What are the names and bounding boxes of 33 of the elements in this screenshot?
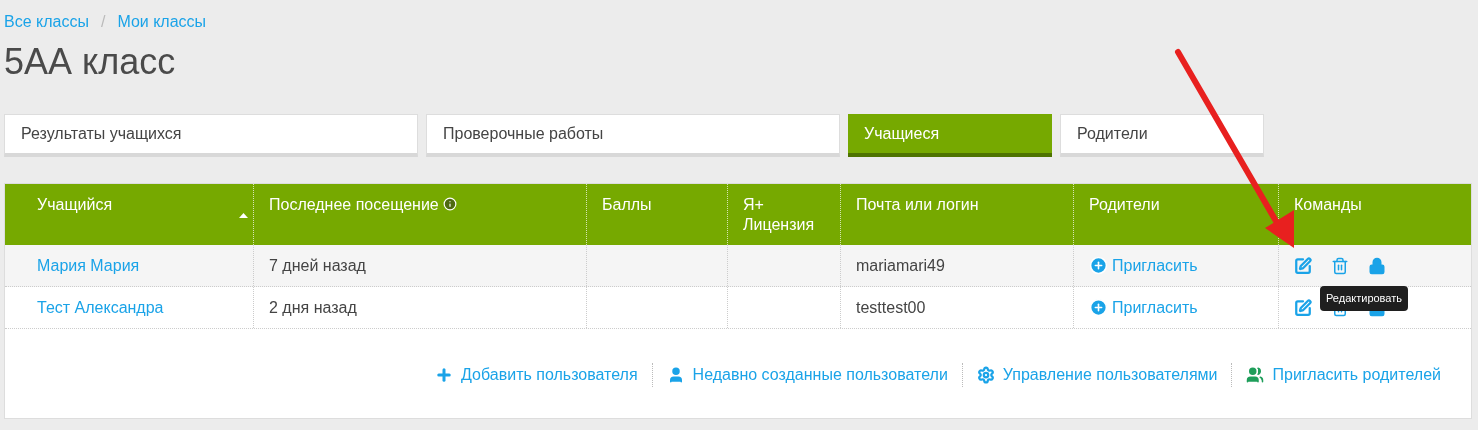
tooltip: Редактировать: [1320, 286, 1408, 311]
action-link[interactable]: Пригласить родителей: [1246, 363, 1441, 387]
invite-link[interactable]: Пригласить: [1089, 253, 1198, 278]
sort-ascending-icon: [239, 213, 248, 218]
invite-link[interactable]: Пригласить: [1089, 295, 1198, 320]
student-name-link[interactable]: Тест Александра: [37, 295, 164, 320]
edit-icon[interactable]: [1294, 298, 1312, 317]
settings-icon: [976, 366, 995, 384]
plus-circle-icon: [1089, 256, 1108, 275]
student-name-link[interactable]: Мария Мария: [37, 253, 140, 278]
action-link[interactable]: Управление пользователями: [976, 363, 1218, 387]
info-icon: [442, 197, 457, 211]
table-cell-text: testtest00: [856, 297, 926, 318]
table-cell-text: 7 дней назад: [269, 255, 366, 276]
breadcrumb-link[interactable]: Все классы: [4, 10, 89, 34]
breadcrumb-separator: /: [100, 12, 106, 32]
lock-icon[interactable]: [1368, 256, 1386, 275]
edit-icon[interactable]: [1294, 256, 1312, 275]
plus-circle-icon: [1089, 298, 1108, 317]
tab[interactable]: Проверочные работы: [426, 114, 840, 157]
users-icon: [1246, 366, 1265, 384]
tab[interactable]: Родители: [1060, 114, 1264, 157]
action-link[interactable]: Недавно созданные пользователи: [666, 363, 948, 387]
column-header[interactable]: Команды: [1279, 184, 1471, 245]
action-link[interactable]: Добавить пользователя: [435, 363, 638, 387]
tab[interactable]: Учащиеся: [848, 114, 1052, 157]
table-cell-text: mariamari49: [856, 255, 945, 276]
page-title: 5АА класс: [3, 40, 177, 84]
plus-icon: [435, 366, 454, 384]
breadcrumb-link[interactable]: Мои классы: [117, 10, 207, 34]
trash-icon[interactable]: [1331, 256, 1349, 275]
tab[interactable]: Результаты учащихся: [4, 114, 418, 157]
table-cell-text: 2 дня назад: [269, 297, 357, 318]
